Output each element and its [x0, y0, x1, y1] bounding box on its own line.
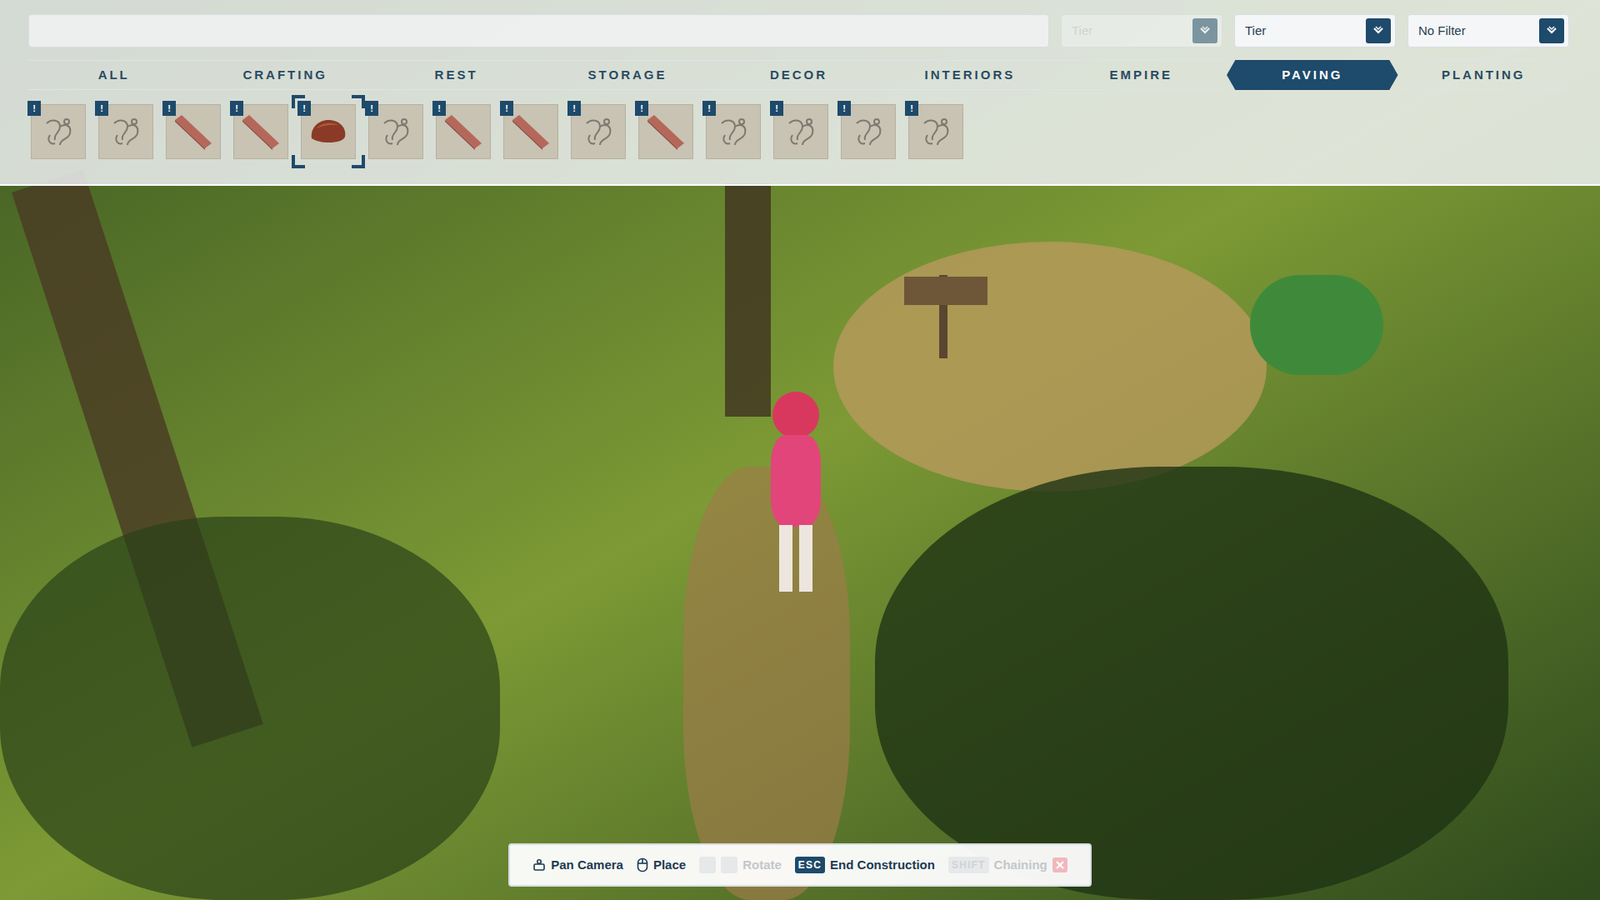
build-item[interactable]: !: [30, 104, 86, 160]
selection-corner: [291, 155, 305, 169]
chevron-down-icon: [1539, 18, 1565, 44]
build-item[interactable]: !: [368, 104, 424, 160]
locked-sketch-icon: [102, 108, 150, 155]
build-item[interactable]: !: [503, 104, 559, 160]
new-badge: !: [567, 100, 581, 116]
search-field[interactable]: [28, 14, 1050, 48]
plank-icon: [642, 108, 690, 155]
control-hint: Pan Camera: [532, 855, 624, 875]
tree-trunk: [725, 183, 771, 417]
category-tab[interactable]: PAVING: [1226, 60, 1398, 90]
category-tab[interactable]: ALL: [28, 60, 200, 90]
plank-icon: [507, 108, 555, 155]
item-row: !!!!!!!!!!!!!!: [0, 104, 1600, 160]
search-filter-bar: Tier Tier No Filter: [0, 0, 1600, 48]
pan-camera-icon: [532, 858, 546, 872]
category-tab[interactable]: REST: [370, 60, 542, 90]
chevron-down-icon: [1365, 18, 1391, 44]
rock-icon: [305, 108, 352, 155]
key-cap: [720, 856, 738, 874]
cancel-icon: [1052, 857, 1068, 873]
category-tab[interactable]: STORAGE: [541, 60, 713, 90]
locked-sketch-icon: [912, 108, 960, 155]
locked-sketch-icon: [845, 108, 892, 155]
game-screen: Tier Tier No Filter ALLCRAFTINGRESTSTORAGED…: [0, 0, 1600, 900]
dirt-clearing: [833, 241, 1267, 492]
key-cap: SHIFT: [948, 856, 990, 874]
category-tab[interactable]: PLANTING: [1398, 60, 1570, 90]
new-badge: !: [230, 100, 244, 116]
new-badge: !: [162, 100, 176, 116]
new-badge: !: [905, 100, 919, 116]
locked-sketch-icon: [372, 108, 420, 155]
filter-dropdown[interactable]: Tier: [1234, 14, 1396, 48]
category-tab[interactable]: EMPIRE: [1055, 60, 1227, 90]
key-cap: [699, 856, 716, 874]
build-item[interactable]: !: [773, 104, 829, 160]
build-item[interactable]: !: [300, 104, 356, 160]
locked-sketch-icon: [35, 108, 82, 155]
category-tab[interactable]: INTERIORS: [884, 60, 1055, 90]
build-item[interactable]: !: [98, 104, 154, 160]
new-badge: !: [770, 100, 784, 116]
plank-icon: [237, 108, 285, 155]
filter-dropdown[interactable]: Tier: [1060, 14, 1223, 48]
control-hint: Rotate: [699, 855, 782, 875]
plank-icon: [440, 108, 487, 155]
selection-corner: [351, 95, 365, 109]
selection-corner: [351, 155, 365, 169]
build-item[interactable]: !: [705, 104, 761, 160]
control-hint: Place: [636, 855, 686, 875]
new-badge: !: [297, 100, 311, 116]
shadow-foliage: [0, 516, 500, 900]
control-hints-bar: Pan Camera Place Rotate ESCEnd Construction…: [508, 843, 1092, 887]
player-character: [762, 391, 830, 600]
selection-corner: [291, 95, 305, 109]
build-item[interactable]: !: [840, 104, 896, 160]
build-item[interactable]: !: [165, 104, 221, 160]
bush: [1250, 275, 1384, 375]
new-badge: !: [95, 100, 109, 116]
new-badge: !: [432, 100, 446, 116]
new-badge: !: [702, 100, 716, 116]
filter-dropdown[interactable]: No Filter: [1407, 14, 1570, 48]
category-tab[interactable]: CRAFTING: [199, 60, 370, 90]
chevron-down-icon: [1192, 18, 1218, 44]
locked-sketch-icon: [575, 108, 622, 155]
dirt-path: [683, 466, 850, 900]
build-item[interactable]: !: [435, 104, 491, 160]
new-badge: !: [365, 100, 379, 116]
control-hint: ESCEnd Construction: [795, 855, 935, 875]
build-item[interactable]: !: [233, 104, 289, 160]
build-item[interactable]: !: [570, 104, 626, 160]
signpost: [904, 266, 988, 359]
new-badge: !: [635, 100, 649, 116]
locked-sketch-icon: [710, 108, 757, 155]
new-badge: !: [27, 100, 41, 116]
category-tab[interactable]: DECOR: [713, 60, 885, 90]
category-tabs: ALLCRAFTINGRESTSTORAGEDECORINTERIORSEMPI…: [0, 59, 1600, 91]
mouse-icon: [636, 857, 649, 873]
build-item[interactable]: !: [638, 104, 694, 160]
locked-sketch-icon: [777, 108, 825, 155]
new-badge: !: [837, 100, 851, 116]
control-hint: SHIFTChaining: [948, 855, 1068, 875]
new-badge: !: [500, 100, 514, 116]
build-menu-panel: Tier Tier No Filter ALLCRAFTINGRESTSTORAGED…: [0, 0, 1600, 186]
plank-icon: [170, 108, 217, 155]
build-item[interactable]: !: [908, 104, 964, 160]
shadow-foliage: [875, 466, 1509, 900]
key-cap: ESC: [795, 856, 825, 874]
